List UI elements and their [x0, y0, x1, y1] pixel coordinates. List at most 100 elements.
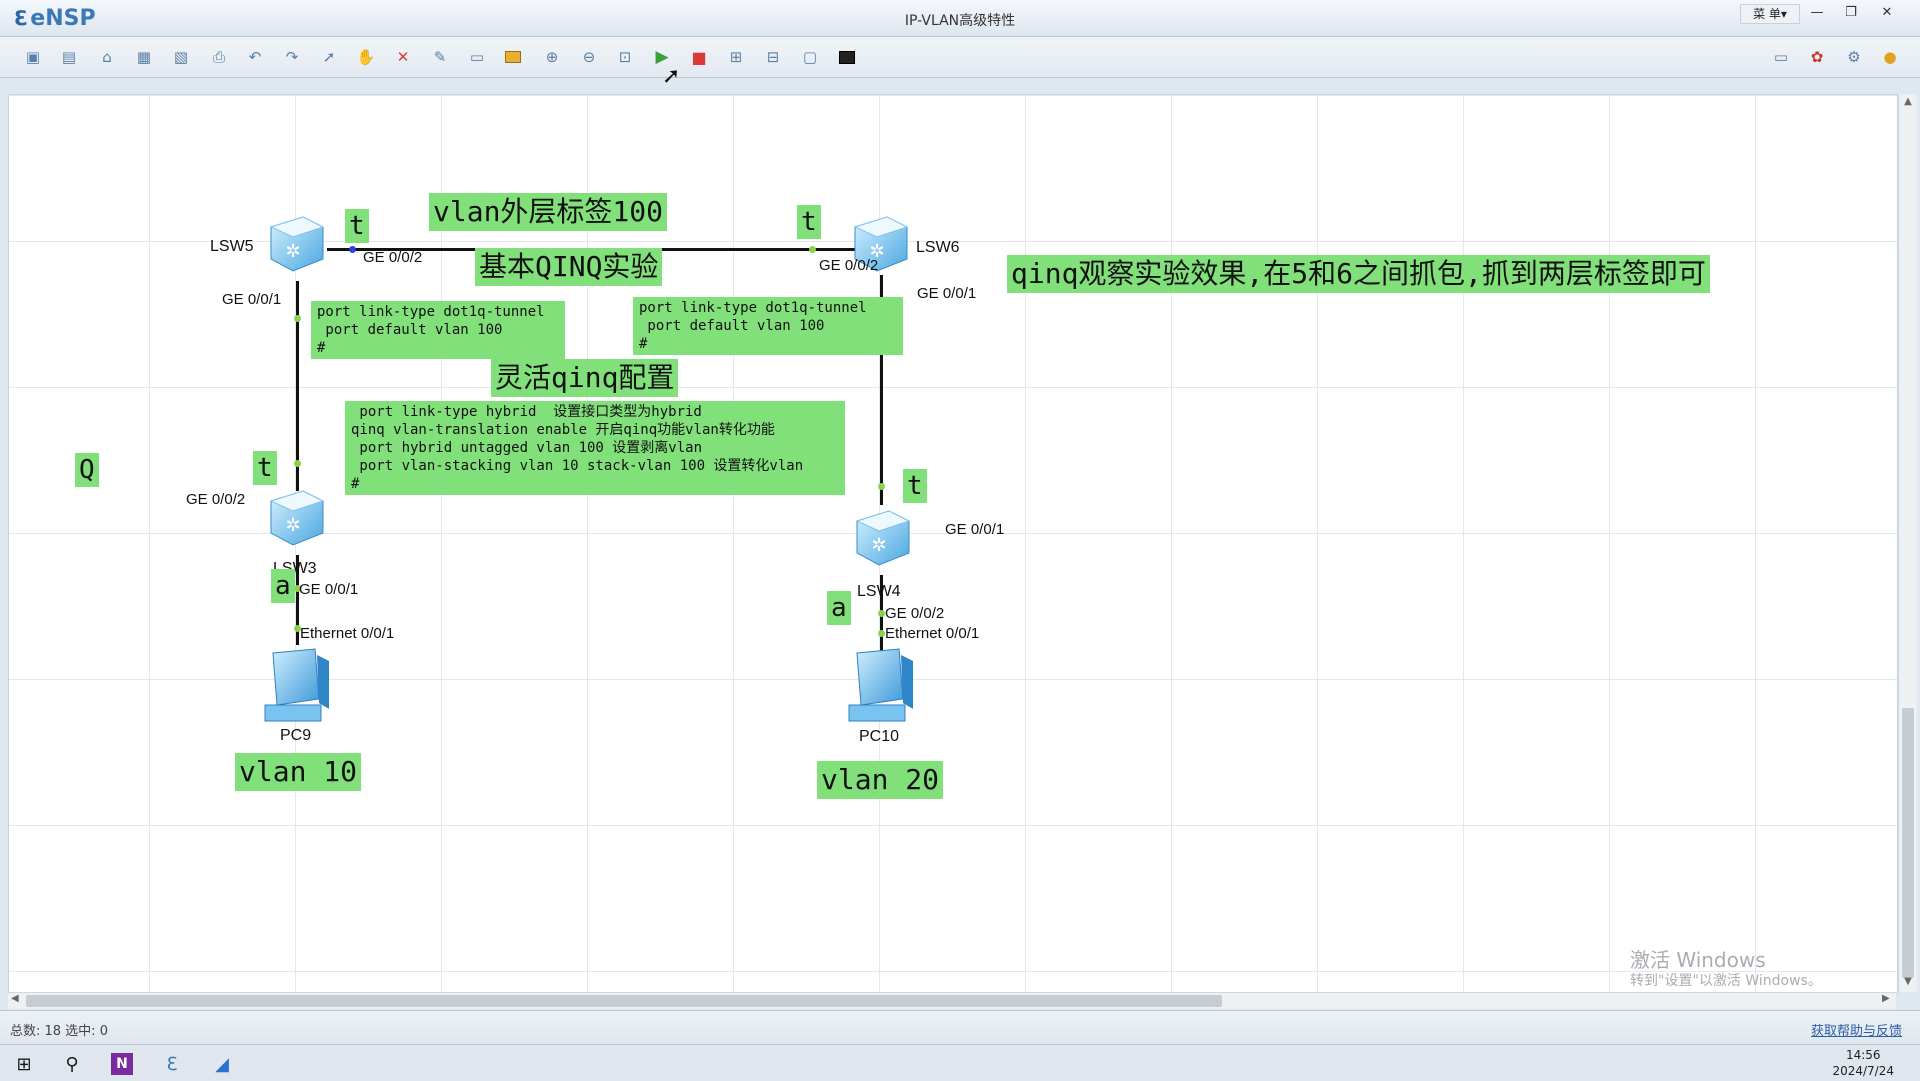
port-indicator	[878, 630, 885, 637]
topology-icon[interactable]: ⊟	[762, 46, 784, 68]
port-indicator	[878, 610, 885, 617]
device-label-pc10: PC10	[859, 728, 900, 745]
delete-link-icon[interactable]: ✎	[429, 46, 451, 68]
taskbar: ⊞ ⚲ N ℇ ◢ 14:56 2024/7/24	[0, 1044, 1920, 1081]
port-indicator	[294, 460, 301, 467]
note-tag-t[interactable]: t	[903, 469, 927, 503]
new-topology-icon[interactable]: ▣	[22, 46, 44, 68]
scroll-down-icon[interactable]: ▼	[1899, 976, 1917, 987]
note-tag-t[interactable]: t	[345, 209, 369, 243]
toolbar: ▣ ▤ ⌂ ▦ ▧ ⎙ ↶ ↷ ➚ ✋ ✕ ✎ ▭ ⊕ ⊖ ⊡ ▶ ■ ⊞ ⊟ …	[0, 37, 1920, 78]
device-label-pc9: PC9	[280, 727, 312, 744]
select-icon[interactable]: ➚	[318, 46, 340, 68]
port-label: Ethernet 0/0/1	[885, 625, 980, 642]
status-bar: 总数: 18 选中: 0 获取帮助与反馈	[0, 1010, 1920, 1045]
device-label-lsw6: LSW6	[916, 239, 960, 256]
print-icon[interactable]: ⎙	[208, 46, 230, 68]
port-label: GE 0/0/1	[917, 285, 977, 302]
topology-canvas[interactable]: ✲ ✲ ✲ ✲ LSW5 LSW6 LSW3 LSW4 PC9 PC10 GE …	[8, 94, 1898, 994]
huawei-icon[interactable]: ✿	[1806, 46, 1828, 68]
activation-watermark-subtitle: 转到"设置"以激活 Windows。	[1630, 973, 1822, 989]
stop-device-icon[interactable]: ■	[688, 46, 710, 68]
text-icon[interactable]: ▭	[466, 46, 488, 68]
port-label: GE 0/0/1	[222, 291, 282, 308]
svg-text:✲: ✲	[285, 241, 300, 262]
pan-icon[interactable]: ✋	[355, 46, 377, 68]
vertical-scroll-thumb[interactable]	[1902, 708, 1914, 978]
new-blank-icon[interactable]: ▤	[58, 46, 80, 68]
menu-button[interactable]: 菜 单▾	[1740, 4, 1800, 24]
pc10-icon[interactable]	[843, 647, 923, 725]
windows-start-icon[interactable]: ⊞	[10, 1050, 38, 1078]
status-count: 总数: 18 选中: 0	[10, 1024, 108, 1039]
switch-lsw5-icon[interactable]: ✲	[263, 213, 327, 273]
note-vlan10[interactable]: vlan 10	[235, 753, 362, 791]
settings-icon[interactable]: ⚙	[1843, 46, 1865, 68]
note-flex-config[interactable]: port link-type hybrid 设置接口类型为hybrid qinq…	[345, 401, 845, 495]
scroll-right-icon[interactable]: ▶	[1882, 993, 1890, 1004]
wireshark-icon[interactable]: ◢	[208, 1050, 236, 1078]
clock-date: 2024/7/24	[1832, 1064, 1894, 1078]
port-label: Ethernet 0/0/1	[300, 625, 395, 642]
port-indicator	[294, 315, 301, 322]
port-label: GE 0/0/1	[945, 521, 1005, 538]
clock-time: 14:56	[1845, 1048, 1881, 1062]
port-indicator	[809, 246, 816, 253]
port-indicator	[349, 246, 356, 253]
capture-icon[interactable]: ⊞	[725, 46, 747, 68]
note-vlan20[interactable]: vlan 20	[817, 761, 944, 799]
svg-text:✲: ✲	[871, 535, 886, 556]
help-icon[interactable]: ●	[1879, 46, 1901, 68]
port-label: GE 0/0/2	[363, 249, 423, 266]
minimize-button[interactable]: —	[1802, 4, 1832, 22]
switch-lsw4-icon[interactable]: ✲	[849, 507, 913, 567]
device-label-lsw5: LSW5	[210, 238, 254, 255]
open-icon[interactable]: ⌂	[96, 46, 118, 68]
note-tag-t[interactable]: t	[253, 451, 277, 485]
zoom-in-icon[interactable]: ⊕	[541, 46, 563, 68]
port-label: GE 0/0/2	[186, 491, 246, 508]
note-observe[interactable]: qinq观察实验效果,在5和6之间抓包,抓到两层标签即可	[1007, 255, 1710, 293]
port-label: GE 0/0/2	[885, 605, 945, 622]
svg-text:✲: ✲	[285, 515, 300, 536]
onenote-icon[interactable]: N	[108, 1050, 136, 1078]
scroll-left-icon[interactable]: ◀	[11, 993, 19, 1004]
screenshot-icon[interactable]	[836, 46, 858, 68]
chat-icon[interactable]: ▭	[1770, 46, 1792, 68]
note-tag-a[interactable]: a	[271, 569, 295, 603]
horizontal-scrollbar[interactable]: ◀ ▶	[8, 992, 1896, 1009]
device-label-lsw4: LSW4	[857, 583, 901, 600]
scroll-up-icon[interactable]: ▲	[1899, 96, 1917, 107]
zoom-out-icon[interactable]: ⊖	[578, 46, 600, 68]
switch-lsw3-icon[interactable]: ✲	[263, 487, 327, 547]
rectangle-icon[interactable]	[502, 46, 524, 68]
note-outer-tag[interactable]: vlan外层标签100	[429, 193, 668, 231]
close-button[interactable]: ✕	[1872, 4, 1902, 22]
save-as-icon[interactable]: ▧	[170, 46, 192, 68]
vertical-scrollbar[interactable]: ▲ ▼	[1898, 94, 1917, 992]
horizontal-scroll-thumb[interactable]	[26, 995, 1222, 1007]
search-icon[interactable]: ⚲	[58, 1050, 86, 1078]
note-flexible-qinq[interactable]: 灵活qinq配置	[491, 359, 679, 397]
activation-watermark-title: 激活 Windows	[1630, 948, 1766, 972]
restore-button[interactable]: ❐	[1836, 4, 1866, 22]
redo-icon[interactable]: ↷	[281, 46, 303, 68]
note-basic-qinq[interactable]: 基本QINQ实验	[475, 248, 663, 286]
undo-icon[interactable]: ↶	[244, 46, 266, 68]
fit-icon[interactable]: ⊡	[614, 46, 636, 68]
delete-icon[interactable]: ✕	[392, 46, 414, 68]
note-lsw5-config[interactable]: port link-type dot1q-tunnel port default…	[311, 301, 565, 359]
pc9-icon[interactable]	[259, 647, 339, 725]
save-icon[interactable]: ▦	[133, 46, 155, 68]
system-clock[interactable]: 14:56 2024/7/24	[1832, 1047, 1894, 1079]
note-tag-t[interactable]: t	[797, 205, 821, 239]
help-feedback-link[interactable]: 获取帮助与反馈	[1811, 1020, 1902, 1039]
note-tag-a[interactable]: a	[827, 591, 851, 625]
ensp-taskbar-icon[interactable]: ℇ	[158, 1050, 186, 1078]
mouse-cursor-icon: ➚	[662, 64, 681, 89]
window-icon[interactable]: ▢	[799, 46, 821, 68]
port-label: GE 0/0/2	[819, 257, 879, 274]
port-label: GE 0/0/1	[299, 581, 359, 598]
note-lsw6-config[interactable]: port link-type dot1q-tunnel port default…	[633, 297, 903, 355]
note-tag-q[interactable]: Q	[75, 453, 99, 487]
